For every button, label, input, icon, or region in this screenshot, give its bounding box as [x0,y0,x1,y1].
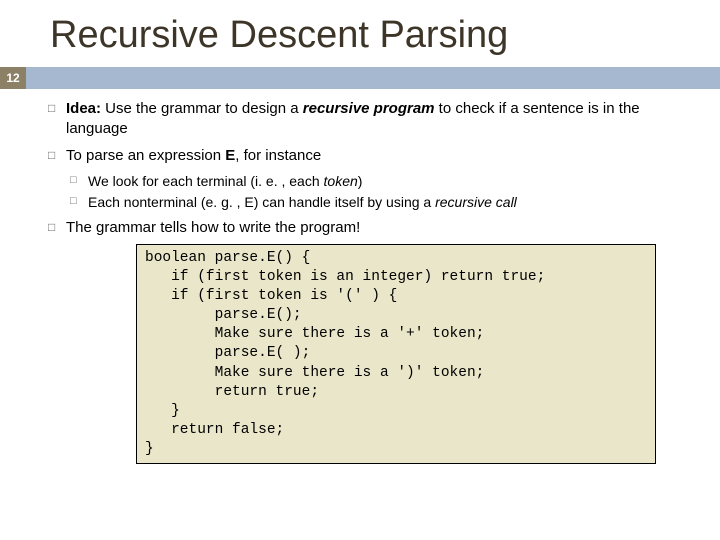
subbullet-terminal-t1: We look for each terminal (i. e. , each [88,173,324,189]
slide: Recursive Descent Parsing 12 Idea: Use t… [0,0,720,540]
bullet-parse-t1: To parse an expression [66,147,225,164]
bullet-idea-lead: Idea: [66,100,101,117]
subbullet-terminal-em: token [324,173,358,189]
subbullet-terminal: We look for each terminal (i. e. , each … [70,172,692,191]
subbullet-terminal-t2: ) [358,173,363,189]
subbullet-nonterminal: Each nonterminal (e. g. , E) can handle … [70,193,692,212]
code-block: boolean parse.E() { if (first token is a… [136,244,656,464]
slide-title: Recursive Descent Parsing [0,0,720,67]
bullet-parse-t2: , for instance [235,147,321,164]
bullet-parse-bold: E [225,147,235,164]
accent-band: 12 [0,67,720,89]
bullet-grammar: The grammar tells how to write the progr… [48,218,692,238]
subbullet-nonterminal-t1: Each nonterminal (e. g. , E) can handle … [88,194,435,210]
bullet-idea-em: recursive program [303,100,435,117]
bullet-parse: To parse an expression E, for instance [48,146,692,166]
bullet-grammar-t1: The grammar tells how to write the progr… [66,219,360,236]
content-area: Idea: Use the grammar to design a recurs… [0,89,720,464]
bullet-idea-t1: Use the grammar to design a [101,100,303,117]
subbullet-nonterminal-em: recursive call [435,194,517,210]
bullet-idea: Idea: Use the grammar to design a recurs… [48,99,692,140]
page-number-badge: 12 [0,67,26,89]
